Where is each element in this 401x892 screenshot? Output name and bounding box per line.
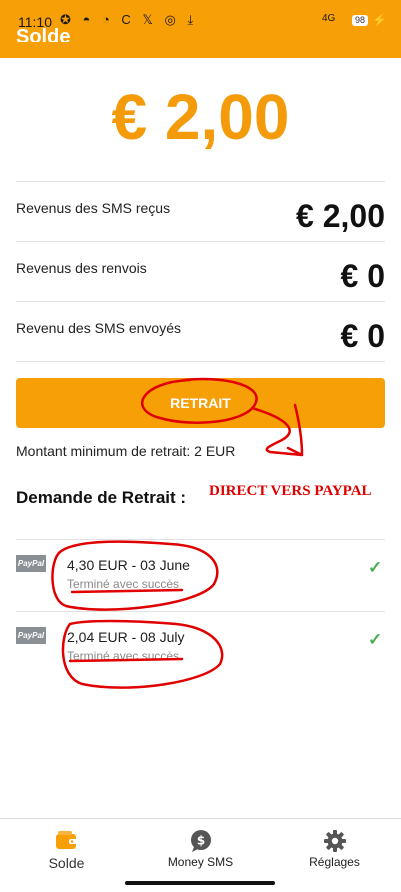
bottom-nav: Solde $ Money SMS Réglages xyxy=(0,818,401,881)
paypal-icon: PayPal xyxy=(16,627,46,644)
withdrawal-status: Terminé avec succès xyxy=(67,649,180,663)
check-icon: ✓ xyxy=(368,630,383,649)
charging-icon: ⚡ xyxy=(372,13,387,27)
income-label-sms-received: Revenus des SMS reçus xyxy=(16,200,171,216)
nav-item-solde[interactable]: Solde xyxy=(0,819,133,881)
income-value-sms-sent: € 0 xyxy=(340,318,385,354)
divider xyxy=(16,539,385,540)
withdrawal-title: 2,04 EUR - 08 July xyxy=(67,629,185,645)
status-bar: 11:10 ✪ ◓ ◔ C 𝕏 ◎ ⤓ 4G 98 ⚡ Solde xyxy=(0,0,401,44)
money-chat-icon: $ xyxy=(190,830,211,852)
divider xyxy=(16,181,385,182)
balance-amount: € 2,00 xyxy=(111,81,290,153)
annotation-text: DIRECT VERS PAYPAL xyxy=(209,483,372,499)
income-label-forwards: Revenus des renvois xyxy=(16,260,147,276)
divider xyxy=(16,611,385,612)
gesture-bar[interactable] xyxy=(125,881,275,885)
requests-title: Demande de Retrait : xyxy=(16,488,187,507)
page-title: Solde xyxy=(16,26,71,42)
notification-icons: ✪ ◓ ◔ C 𝕏 ◎ ⤓ xyxy=(60,12,198,27)
app-bar xyxy=(0,44,401,58)
divider xyxy=(16,241,385,242)
withdraw-button[interactable]: RETRAIT xyxy=(16,378,385,428)
income-label-sms-sent: Revenu des SMS envoyés xyxy=(16,320,181,336)
nav-label-solde: Solde xyxy=(48,855,85,871)
svg-text:$: $ xyxy=(196,834,204,848)
min-withdraw-label: Montant minimum de retrait: 2 EUR xyxy=(16,443,236,459)
wallet-icon xyxy=(55,831,77,849)
signal-icon: 4G xyxy=(322,13,336,24)
income-value-forwards: € 0 xyxy=(340,258,385,294)
withdrawal-status: Terminé avec succès xyxy=(67,577,180,591)
nav-item-reglages[interactable]: Réglages xyxy=(268,819,401,881)
annotation-circle-item-1 xyxy=(51,540,219,611)
divider xyxy=(16,361,385,362)
nav-item-money-sms[interactable]: $ Money SMS xyxy=(134,819,267,881)
withdrawal-title: 4,30 EUR - 03 June xyxy=(67,557,190,573)
divider xyxy=(16,301,385,302)
gear-icon xyxy=(323,830,346,852)
nav-label-money-sms: Money SMS xyxy=(167,855,234,869)
battery-icon: 98 xyxy=(352,15,368,26)
check-icon: ✓ xyxy=(368,558,383,577)
income-value-sms-received: € 2,00 xyxy=(296,198,385,234)
paypal-icon: PayPal xyxy=(16,555,46,572)
nav-label-reglages: Réglages xyxy=(309,855,360,869)
